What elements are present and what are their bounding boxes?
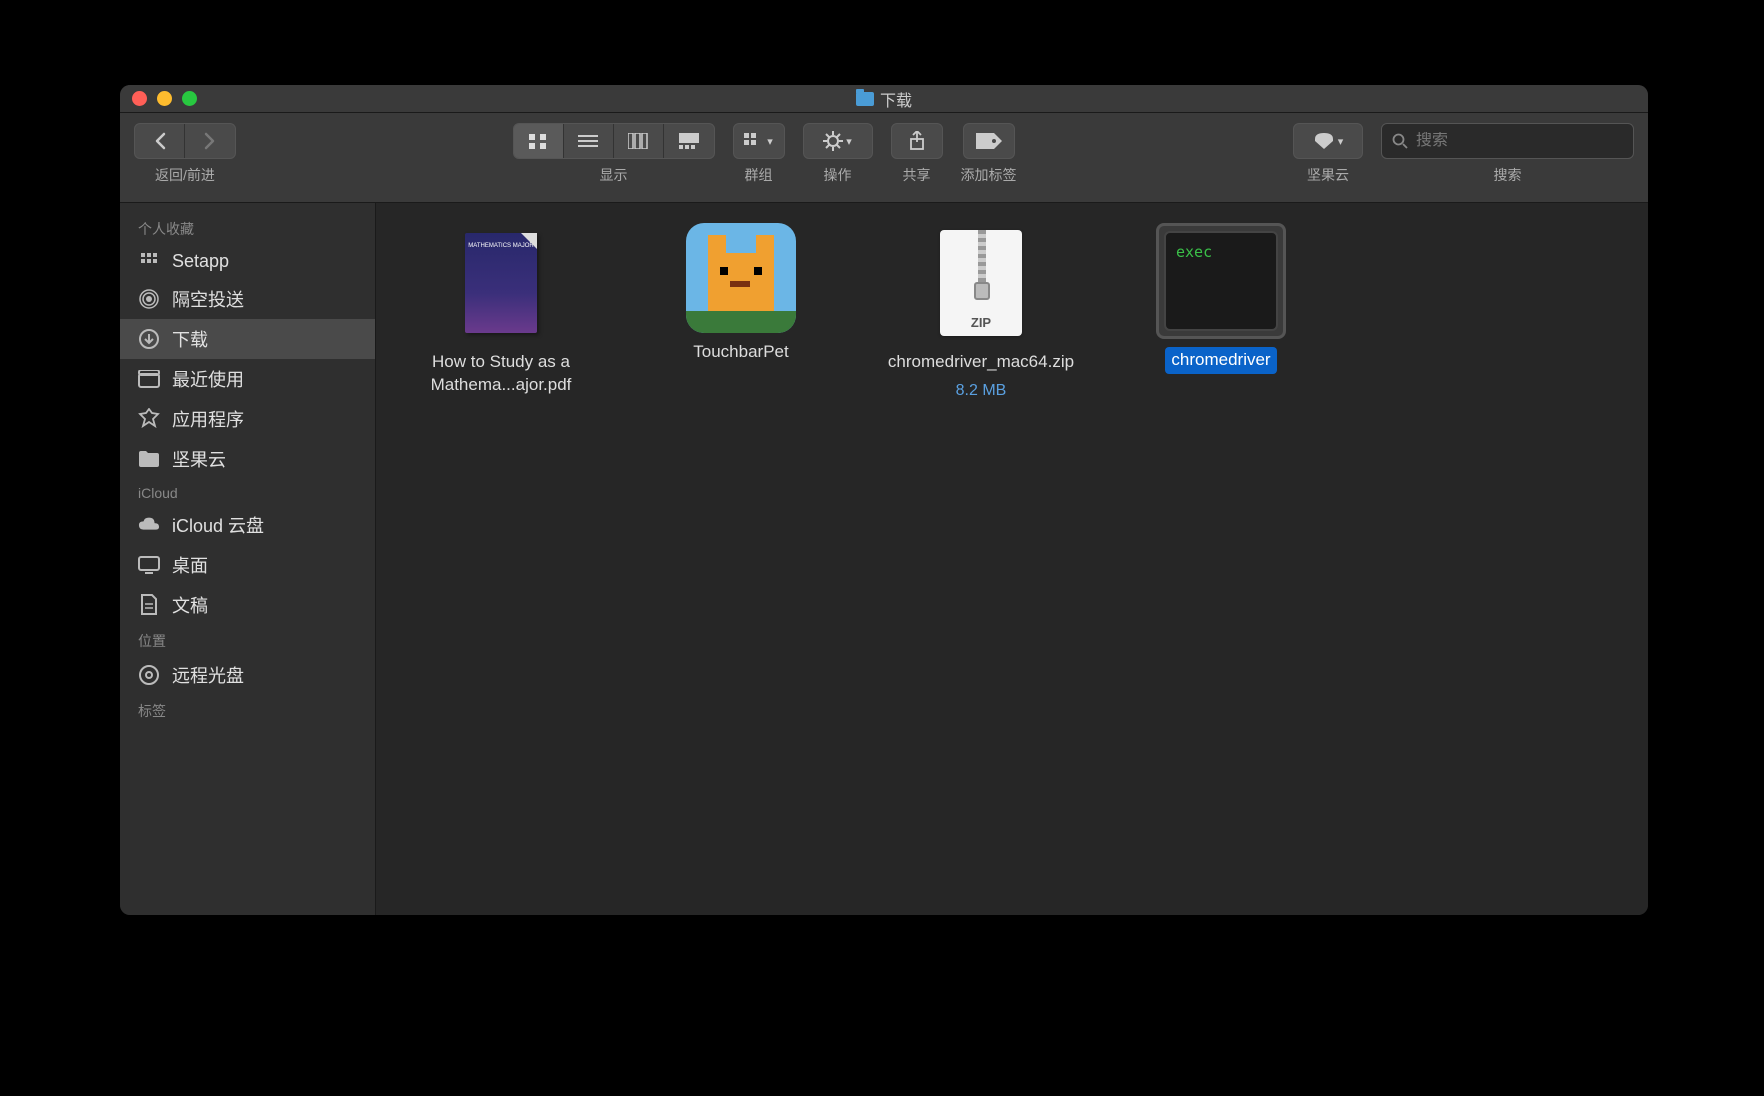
nav-label: 返回/前进 xyxy=(155,165,215,185)
file-size: 8.2 MB xyxy=(956,382,1007,400)
maximize-button[interactable] xyxy=(182,91,197,106)
sidebar-item-label: 桌面 xyxy=(172,552,208,578)
disc-icon xyxy=(138,664,160,686)
minimize-button[interactable] xyxy=(157,91,172,106)
doc-icon xyxy=(138,594,160,616)
sidebar-item-label: 远程光盘 xyxy=(172,662,244,688)
sidebar-item-应用程序[interactable]: 应用程序 xyxy=(120,399,375,439)
titlebar[interactable]: 下载 xyxy=(120,85,1648,113)
sidebar-item-label: 应用程序 xyxy=(172,406,244,432)
back-button[interactable] xyxy=(135,124,185,158)
sidebar-item-label: 坚果云 xyxy=(172,446,226,472)
download-icon xyxy=(138,328,160,350)
content-area[interactable]: MATHEMATICS MAJOR How to Study as a Mathe… xyxy=(376,203,1648,915)
sidebar-item-label: 隔空投送 xyxy=(172,286,244,312)
icon-view-button[interactable] xyxy=(514,124,564,158)
file-thumbnail xyxy=(686,223,796,333)
column-view-button[interactable] xyxy=(614,124,664,158)
tag-group: 添加标签 xyxy=(961,123,1017,185)
recent-icon xyxy=(138,368,160,390)
view-group: 显示 xyxy=(513,123,715,185)
body: 个人收藏 Setapp 隔空投送下载最近使用应用程序坚果云 iCloud iCloud … xyxy=(120,203,1648,915)
file-label: chromedriver_mac64.zip xyxy=(888,351,1074,374)
sidebar-section-head: 标签 xyxy=(120,695,375,725)
action-button[interactable]: ▾ xyxy=(803,123,873,159)
sidebar-item-文稿[interactable]: 文稿 xyxy=(120,585,375,625)
sidebar-item-远程光盘[interactable]: 远程光盘 xyxy=(120,655,375,695)
file-item[interactable]: ZIP chromedriver_mac64.zip 8.2 MB xyxy=(886,223,1076,400)
file-item[interactable]: MATHEMATICS MAJOR How to Study as a Mathe… xyxy=(406,223,596,400)
tag-label: 添加标签 xyxy=(961,165,1017,185)
sidebar-section-head: 位置 xyxy=(120,625,375,655)
finder-window: 下载 返回/前进 xyxy=(120,85,1648,915)
file-label: How to Study as a Mathema...ajor.pdf xyxy=(406,351,596,397)
search-icon xyxy=(1392,133,1408,149)
folder-icon xyxy=(856,92,874,106)
grid-icon xyxy=(138,250,160,272)
apps-icon xyxy=(138,408,160,430)
sidebar: 个人收藏 Setapp 隔空投送下载最近使用应用程序坚果云 iCloud iCloud … xyxy=(120,203,376,915)
sidebar-item-坚果云[interactable]: 坚果云 xyxy=(120,439,375,479)
sidebar-item-label: 文稿 xyxy=(172,592,208,618)
file-thumbnail: MATHEMATICS MAJOR xyxy=(453,223,549,343)
share-button[interactable] xyxy=(891,123,943,159)
search-field[interactable] xyxy=(1381,123,1634,159)
nutstore-label: 坚果云 xyxy=(1307,165,1349,185)
window-title: 下载 xyxy=(856,87,912,111)
sidebar-item-label: iCloud 云盘 xyxy=(172,512,264,538)
airdrop-icon xyxy=(138,288,160,310)
cloud-icon xyxy=(138,514,160,536)
sidebar-item-Setapp[interactable]: Setapp xyxy=(120,243,375,279)
file-item[interactable]: TouchbarPet xyxy=(646,223,836,400)
forward-button[interactable] xyxy=(185,124,235,158)
file-label: TouchbarPet xyxy=(693,341,788,364)
file-thumbnail: ZIP xyxy=(933,223,1029,343)
desktop-icon xyxy=(138,554,160,576)
sidebar-item-label: Setapp xyxy=(172,251,229,272)
sidebar-item-label: 最近使用 xyxy=(172,366,244,392)
sidebar-item-下载[interactable]: 下载 xyxy=(120,319,375,359)
sidebar-item-桌面[interactable]: 桌面 xyxy=(120,545,375,585)
sidebar-item-iCloud 云盘[interactable]: iCloud 云盘 xyxy=(120,505,375,545)
view-label: 显示 xyxy=(600,165,628,185)
share-label: 共享 xyxy=(903,165,931,185)
traffic-lights xyxy=(132,91,197,106)
action-label: 操作 xyxy=(824,165,852,185)
toolbar: 返回/前进 显示 ▾ xyxy=(120,113,1648,203)
group-label: 群组 xyxy=(745,165,773,185)
sidebar-item-label: 下载 xyxy=(172,326,208,352)
group-button[interactable]: ▾ xyxy=(733,123,785,159)
search-group: 搜索 xyxy=(1381,123,1634,185)
sidebar-item-最近使用[interactable]: 最近使用 xyxy=(120,359,375,399)
sidebar-section-head: iCloud xyxy=(120,479,375,505)
search-label: 搜索 xyxy=(1494,165,1522,185)
sidebar-item-隔空投送[interactable]: 隔空投送 xyxy=(120,279,375,319)
nutstore-group: ▾ 坚果云 xyxy=(1293,123,1363,185)
file-item[interactable]: exec chromedriver xyxy=(1126,223,1316,400)
action-group: ▾ 操作 xyxy=(803,123,873,185)
tag-button[interactable] xyxy=(963,123,1015,159)
list-view-button[interactable] xyxy=(564,124,614,158)
nav-group: 返回/前进 xyxy=(134,123,236,185)
title-text: 下载 xyxy=(880,87,912,111)
search-input[interactable] xyxy=(1416,132,1623,150)
file-thumbnail: exec xyxy=(1156,223,1286,339)
nutstore-button[interactable]: ▾ xyxy=(1293,123,1363,159)
folder-icon xyxy=(138,448,160,470)
group-group: ▾ 群组 xyxy=(733,123,785,185)
share-group: 共享 xyxy=(891,123,943,185)
close-button[interactable] xyxy=(132,91,147,106)
sidebar-section-head: 个人收藏 xyxy=(120,213,375,243)
gallery-view-button[interactable] xyxy=(664,124,714,158)
file-label: chromedriver xyxy=(1165,347,1276,374)
